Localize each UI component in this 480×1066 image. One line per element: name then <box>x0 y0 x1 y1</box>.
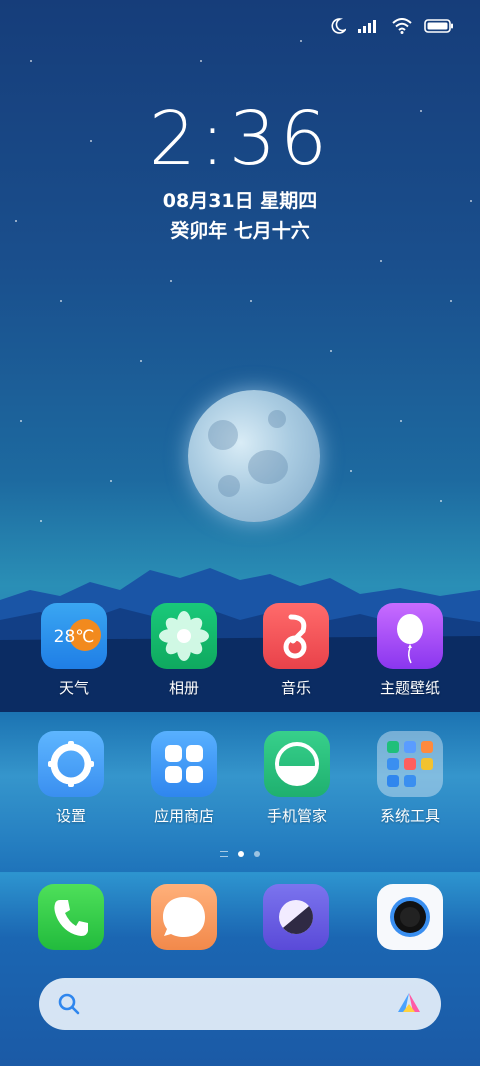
security-icon <box>264 731 330 797</box>
status-bar <box>330 18 454 34</box>
camera-icon <box>377 884 443 950</box>
app-label: 系统工具 <box>379 807 440 825</box>
lunar-date: 癸卯年 七月十六 <box>170 220 310 242</box>
themes-icon <box>377 603 443 669</box>
browser-icon <box>263 884 329 950</box>
page-dot-active[interactable] <box>238 851 244 857</box>
page-indicator[interactable] <box>0 851 480 857</box>
dock-browser[interactable] <box>246 884 346 950</box>
dock-camera[interactable] <box>360 884 460 950</box>
weather-icon: 28℃ <box>41 603 107 669</box>
search-icon[interactable] <box>57 992 81 1016</box>
app-label: 应用商店 <box>153 807 214 825</box>
app-settings[interactable]: 设置 <box>21 731 121 826</box>
phone-icon <box>38 884 104 950</box>
moon <box>188 390 320 522</box>
app-security[interactable]: 手机管家 <box>247 731 347 826</box>
moon-icon <box>331 18 346 34</box>
app-label: 音乐 <box>280 679 311 697</box>
music-icon <box>263 603 329 669</box>
app-label: 主题壁纸 <box>379 679 440 697</box>
tools-folder-icon <box>377 731 443 797</box>
app-weather[interactable]: 28℃ 天气 <box>24 603 124 698</box>
app-label: 天气 <box>58 679 89 697</box>
assistant-icon[interactable] <box>395 990 423 1018</box>
gallery-icon <box>151 603 217 669</box>
settings-icon <box>38 731 104 797</box>
page-list-icon[interactable] <box>220 851 228 857</box>
dock-phone[interactable] <box>21 884 121 950</box>
battery-icon <box>424 19 453 33</box>
messages-icon <box>151 884 217 950</box>
app-store-icon <box>151 731 217 797</box>
app-label: 设置 <box>55 807 86 825</box>
app-themes[interactable]: 主题壁纸 <box>360 603 460 698</box>
search-bar[interactable] <box>39 978 441 1030</box>
app-label: 相册 <box>168 679 199 697</box>
app-music[interactable]: 音乐 <box>246 603 346 698</box>
wifi-icon <box>392 18 412 34</box>
app-gallery[interactable]: 相册 <box>134 603 234 698</box>
app-label: 手机管家 <box>266 807 327 825</box>
page-dot[interactable] <box>254 851 260 857</box>
app-store[interactable]: 应用商店 <box>134 731 234 826</box>
weather-temp: 28℃ <box>53 627 95 647</box>
folder-system-tools[interactable]: 系统工具 <box>360 731 460 826</box>
signal-icon <box>358 20 376 33</box>
dock-messages[interactable] <box>134 884 234 950</box>
clock-date[interactable]: 08月31日 星期四 <box>0 186 480 213</box>
clock-time[interactable]: 2:36 <box>0 96 480 182</box>
